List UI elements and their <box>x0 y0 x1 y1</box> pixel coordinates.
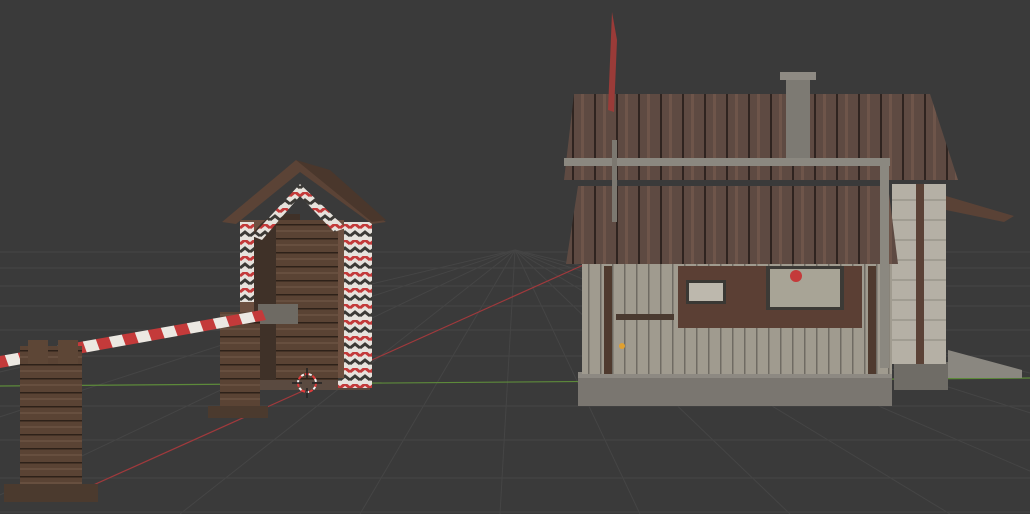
door-handle-icon <box>619 343 625 349</box>
3d-viewport[interactable] <box>0 0 1030 514</box>
flag-emblem-icon <box>790 270 802 282</box>
guard-house[interactable] <box>564 12 1022 406</box>
viewport-canvas[interactable] <box>0 0 1030 514</box>
